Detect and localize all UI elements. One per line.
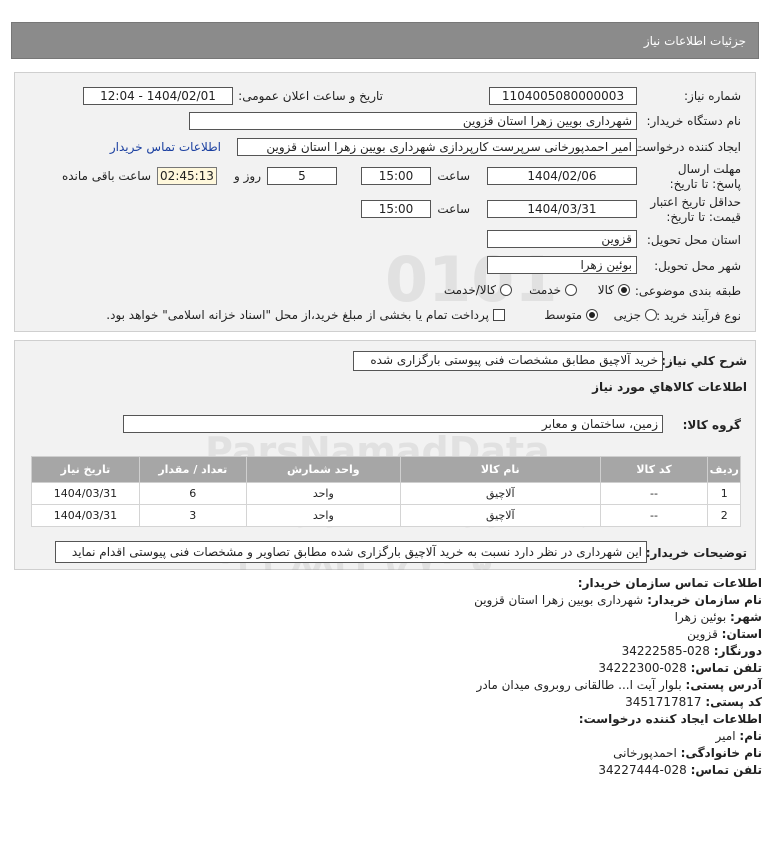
category-radio-both[interactable] [500,284,512,296]
deadline-time-label: ساعت [437,169,470,183]
contact-org: نام سازمان خریدار: شهرداری بویین زهرا اس… [474,593,762,607]
col-name: نام کالا [399,456,601,483]
goods-group-label: گروه کالا: [682,418,741,432]
creator-last-name: نام خانوادگی: احمدپورخانی [613,746,762,760]
summary-field[interactable]: خرید آلاچیق مطابق مشخصات فنی پیوستی بارگ… [353,351,663,371]
need-number-label: شماره نیاز: [684,89,741,103]
contact-province: استان: قزوین [687,627,762,641]
cell-row: 2 [707,504,741,527]
cell-unit: واحد [245,482,401,505]
table-row[interactable]: 1 -- آلاچیق واحد 6 1404/03/31 [31,482,741,505]
creator-label: ایجاد کننده درخواست: [630,140,741,154]
buyer-notes-field[interactable]: این شهرداری در نظر دارد نسبت به خرید آلا… [55,541,647,563]
process-option-minor: جزیی [613,308,641,322]
province-label: استان محل تحویل: [646,233,741,247]
validity-time-label: ساعت [437,202,470,216]
need-number-field[interactable]: 1104005080000003 [489,87,637,105]
page-header: جزئیات اطلاعات نیاز [11,22,759,59]
creator-field[interactable]: امیر احمدپورخانی سرپرست کارپردازی شهردار… [237,138,637,156]
deadline-time-field[interactable]: 15:00 [361,167,431,185]
goods-info-title: اطلاعات کالاهاي مورد نياز [592,380,747,394]
buyer-notes-label: توضیحات خریدار: [645,546,747,560]
contact-postal: کد پستی: 3451717817 [625,695,762,709]
goods-table: ردیف کد کالا نام کالا واحد شمارش تعداد /… [31,456,741,527]
cell-unit: واحد [245,504,401,527]
col-row: ردیف [707,456,741,483]
category-option-both: کالا/خدمت [443,283,496,297]
cell-name: آلاچیق [399,504,601,527]
deadline-date-field[interactable]: 1404/02/06 [487,167,637,185]
process-radio-minor[interactable] [645,309,657,321]
col-unit: واحد شمارش [245,456,401,483]
cell-date: 1404/03/31 [31,504,140,527]
cell-code: -- [599,482,709,505]
cell-name: آلاچیق [399,482,601,505]
province-field[interactable]: قزوین [487,230,637,248]
announce-field[interactable]: 1404/02/01 - 12:04 [83,87,233,105]
category-label: طبقه بندی موضوعی: [634,284,741,298]
contact-section: اطلاعات تماس سازمان خریدار: نام سازمان خ… [0,576,770,816]
process-label: نوع فرآیند خرید : [656,309,741,323]
days-field[interactable]: 5 [267,167,337,185]
page-title: جزئیات اطلاعات نیاز [643,34,746,48]
days-label: روز و [234,169,261,183]
cell-qty: 3 [138,504,247,527]
deadline-label: مهلت ارسال پاسخ: تا تاریخ: [669,162,741,191]
cell-qty: 6 [138,482,247,505]
creator-info-title: اطلاعات ایجاد کننده درخواست: [578,712,762,726]
countdown-timer: 02:45:13 [157,167,217,185]
contact-address: آدرس پستی: بلوار آیت ا... طالقانی روبروی… [476,678,762,692]
cell-date: 1404/03/31 [31,482,140,505]
category-option-service: خدمت [529,283,561,297]
summary-label: شرح کلي نياز: [661,354,747,368]
category-radio-goods[interactable] [618,284,630,296]
validity-date-field[interactable]: 1404/03/31 [487,200,637,218]
goods-table-header: ردیف کد کالا نام کالا واحد شمارش تعداد /… [31,456,741,483]
creator-phone: تلفن تماس: 028-34227444 [598,763,762,777]
cell-code: -- [599,504,709,527]
need-info-panel: 0101 شماره نیاز: 1104005080000003 تاریخ … [14,72,756,332]
contact-title: اطلاعات تماس سازمان خریدار: [577,576,762,590]
contact-fax: دورنگار: 028-34222585 [621,644,762,658]
city-field[interactable]: بوئین زهرا [487,256,637,274]
col-code: کد کالا [599,456,709,483]
contact-city: شهر: بوئین زهرا [674,610,762,624]
contact-phone: تلفن تماس: 028-34222300 [598,661,762,675]
contact-buyer-link[interactable]: اطلاعات تماس خریدار [110,140,221,154]
goods-group-field[interactable]: زمین، ساختمان و معابر [123,415,663,433]
table-row[interactable]: 2 -- آلاچیق واحد 3 1404/03/31 [31,504,741,527]
col-qty: تعداد / مقدار [138,456,247,483]
treasury-text: پرداخت تمام یا بخشی از مبلغ خرید،از محل … [106,308,489,322]
validity-time-field[interactable]: 15:00 [361,200,431,218]
buyer-org-field[interactable]: شهرداری بویین زهرا استان قزوین [189,112,637,130]
process-option-medium: متوسط [544,308,582,322]
col-date: تاریخ نیاز [31,456,140,483]
cell-row: 1 [707,482,741,505]
category-radio-service[interactable] [565,284,577,296]
city-label: شهر محل تحویل: [654,259,741,273]
validity-label: حداقل تاریخ اعتبار قیمت: تا تاریخ: [650,195,741,224]
process-radio-medium[interactable] [586,309,598,321]
announce-label: تاریخ و ساعت اعلان عمومی: [238,89,383,103]
creator-first-name: نام: امیر [715,729,762,743]
need-details-panel: ParsNamadData مرکز فراوری اطلاعات پارس ن… [14,340,756,579]
remaining-label: ساعت باقی مانده [61,169,151,183]
category-option-goods: کالا [597,283,614,297]
treasury-checkbox[interactable] [493,309,505,321]
buyer-org-label: نام دستگاه خریدار: [646,114,742,128]
watermark-number: 0101 [385,243,558,316]
